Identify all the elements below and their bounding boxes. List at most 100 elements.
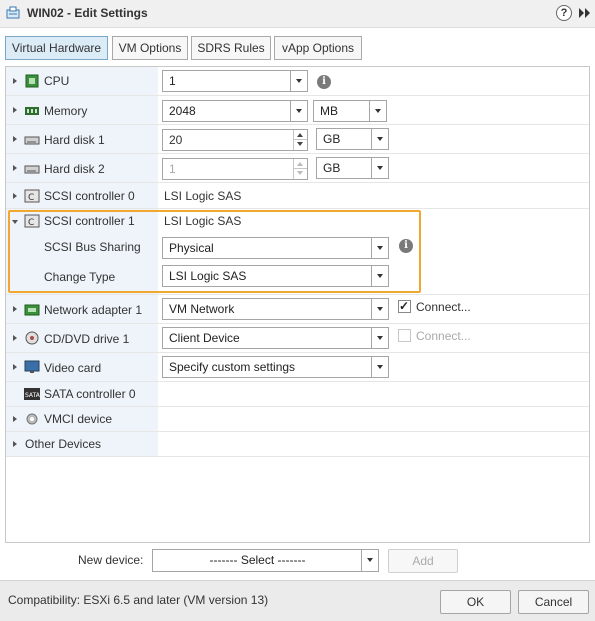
new-device-label: New device: — [78, 553, 144, 567]
expand-icon[interactable] — [13, 165, 17, 171]
other-devices-label: Other Devices — [25, 437, 102, 451]
tab-vapp-options[interactable]: vApp Options — [274, 36, 362, 60]
compatibility-text: Compatibility: ESXi 6.5 and later (VM ve… — [8, 593, 269, 607]
scsi-controller-icon: C — [24, 214, 40, 228]
network-connect-checkbox[interactable]: ✓ — [398, 299, 411, 313]
chevron-down-icon[interactable] — [361, 550, 378, 571]
collapse-icon[interactable] — [12, 220, 18, 224]
chevron-down-icon[interactable] — [371, 299, 388, 319]
chevron-down-icon[interactable] — [369, 101, 386, 121]
hard-disk-1-unit-select[interactable]: GB — [316, 128, 389, 150]
sata-controller-icon: SATA — [24, 388, 40, 400]
hard-disk-1-size-input[interactable]: 20 — [162, 129, 308, 151]
hardware-row-scsi-controller-0: C SCSI controller 0 LSI Logic SAS — [6, 183, 589, 209]
forward-icon[interactable] — [578, 7, 592, 19]
hard-disk-icon — [24, 165, 40, 174]
scsi-controller-1-label: SCSI controller 1 — [44, 214, 135, 228]
title-bar: WIN02 - Edit Settings ? — [0, 0, 595, 28]
cd-dvd-icon — [25, 331, 39, 345]
expand-icon[interactable] — [13, 136, 17, 142]
scsi-controller-1-value: LSI Logic SAS — [164, 214, 242, 228]
spin-down-icon[interactable] — [294, 140, 307, 150]
hardware-row-hard-disk-2: Hard disk 2 1 GB — [6, 154, 589, 183]
window-title: WIN02 - Edit Settings — [27, 6, 148, 20]
cpu-icon — [25, 74, 39, 88]
chevron-down-icon[interactable] — [371, 328, 388, 348]
expand-icon[interactable] — [13, 441, 17, 447]
hard-disk-icon — [24, 136, 40, 145]
chevron-down-icon[interactable] — [371, 158, 388, 178]
cd-dvd-connect-checkbox — [398, 329, 411, 342]
scsi-controller-0-value: LSI Logic SAS — [164, 189, 242, 203]
expand-icon[interactable] — [13, 335, 17, 341]
chevron-down-icon[interactable] — [371, 238, 388, 258]
hardware-row-scsi-controller-1: C SCSI controller 1 LSI Logic SAS — [6, 209, 589, 235]
scsi-controller-icon: C — [24, 189, 40, 203]
change-type-row: Change Type LSI Logic SAS — [6, 265, 589, 295]
video-card-label: Video card — [44, 361, 102, 375]
info-icon[interactable]: i — [317, 75, 331, 89]
expand-icon[interactable] — [13, 107, 17, 113]
svg-text:SATA: SATA — [25, 392, 40, 399]
cancel-button[interactable]: Cancel — [518, 590, 589, 614]
chevron-down-icon[interactable] — [290, 71, 307, 91]
expand-icon[interactable] — [13, 364, 17, 370]
scsi-bus-sharing-row: SCSI Bus Sharing Physical i — [6, 235, 589, 265]
footer: Compatibility: ESXi 6.5 and later (VM ve… — [0, 580, 595, 621]
tab-virtual-hardware[interactable]: Virtual Hardware — [5, 36, 108, 60]
scsi-bus-sharing-label: SCSI Bus Sharing — [44, 240, 141, 254]
expand-icon[interactable] — [13, 306, 17, 312]
hard-disk-2-label: Hard disk 2 — [44, 162, 105, 176]
hardware-row-other-devices: Other Devices — [6, 432, 589, 457]
hardware-row-sata-controller-0: SATA SATA controller 0 — [6, 382, 589, 407]
video-card-select[interactable]: Specify custom settings — [162, 356, 389, 378]
svg-text:C: C — [28, 218, 34, 228]
chevron-down-icon[interactable] — [371, 129, 388, 149]
vm-icon — [6, 6, 20, 19]
vmci-device-label: VMCI device — [44, 412, 113, 426]
svg-text:C: C — [28, 193, 34, 203]
spin-up-icon — [294, 159, 307, 169]
cd-dvd-drive-1-label: CD/DVD drive 1 — [44, 332, 130, 346]
hardware-tree: CPU 1 i Memory 2048 MB Hard disk 1 20 GB… — [5, 66, 590, 543]
tab-sdrs-rules[interactable]: SDRS Rules — [191, 36, 271, 60]
chevron-down-icon[interactable] — [371, 357, 388, 377]
scsi-controller-0-label: SCSI controller 0 — [44, 189, 135, 203]
cd-dvd-drive-1-select[interactable]: Client Device — [162, 327, 389, 349]
hardware-row-memory: Memory 2048 MB — [6, 96, 589, 125]
network-adapter-1-select[interactable]: VM Network — [162, 298, 389, 320]
cpu-label: CPU — [44, 74, 70, 88]
chevron-down-icon[interactable] — [290, 101, 307, 121]
add-device-button[interactable]: Add — [388, 549, 458, 573]
expand-icon[interactable] — [13, 416, 17, 422]
memory-size-select[interactable]: 2048 — [162, 100, 308, 122]
hardware-row-cd-dvd-drive-1: CD/DVD drive 1 Client Device Connect... — [6, 324, 589, 353]
network-adapter-icon — [24, 304, 40, 316]
memory-icon — [25, 107, 39, 115]
chevron-down-icon[interactable] — [371, 266, 388, 286]
spin-up-icon[interactable] — [294, 130, 307, 140]
tab-vm-options[interactable]: VM Options — [112, 36, 188, 60]
new-device-select[interactable]: ------- Select ------- — [152, 549, 379, 572]
hardware-row-cpu: CPU 1 i — [6, 67, 589, 96]
info-icon[interactable]: i — [399, 239, 413, 253]
spin-down-icon — [294, 169, 307, 179]
hard-disk-2-unit-select[interactable]: GB — [316, 157, 389, 179]
expand-icon[interactable] — [13, 78, 17, 84]
help-button[interactable]: ? — [556, 5, 572, 21]
cpu-count-select[interactable]: 1 — [162, 70, 308, 92]
hardware-row-vmci-device: VMCI device — [6, 407, 589, 432]
scsi-bus-sharing-select[interactable]: Physical — [162, 237, 389, 259]
memory-label: Memory — [44, 104, 88, 118]
hardware-row-network-adapter-1: Network adapter 1 VM Network ✓ Connect..… — [6, 295, 589, 324]
hardware-row-video-card: Video card Specify custom settings — [6, 353, 589, 382]
network-connect-label: Connect... — [416, 300, 471, 314]
expand-icon[interactable] — [13, 193, 17, 199]
sata-controller-0-label: SATA controller 0 — [44, 387, 136, 401]
change-type-label: Change Type — [44, 270, 116, 284]
cd-dvd-connect-label: Connect... — [416, 329, 471, 343]
ok-button[interactable]: OK — [440, 590, 511, 614]
memory-unit-select[interactable]: MB — [313, 100, 387, 122]
change-type-select[interactable]: LSI Logic SAS — [162, 265, 389, 287]
hard-disk-2-size-input: 1 — [162, 158, 308, 180]
